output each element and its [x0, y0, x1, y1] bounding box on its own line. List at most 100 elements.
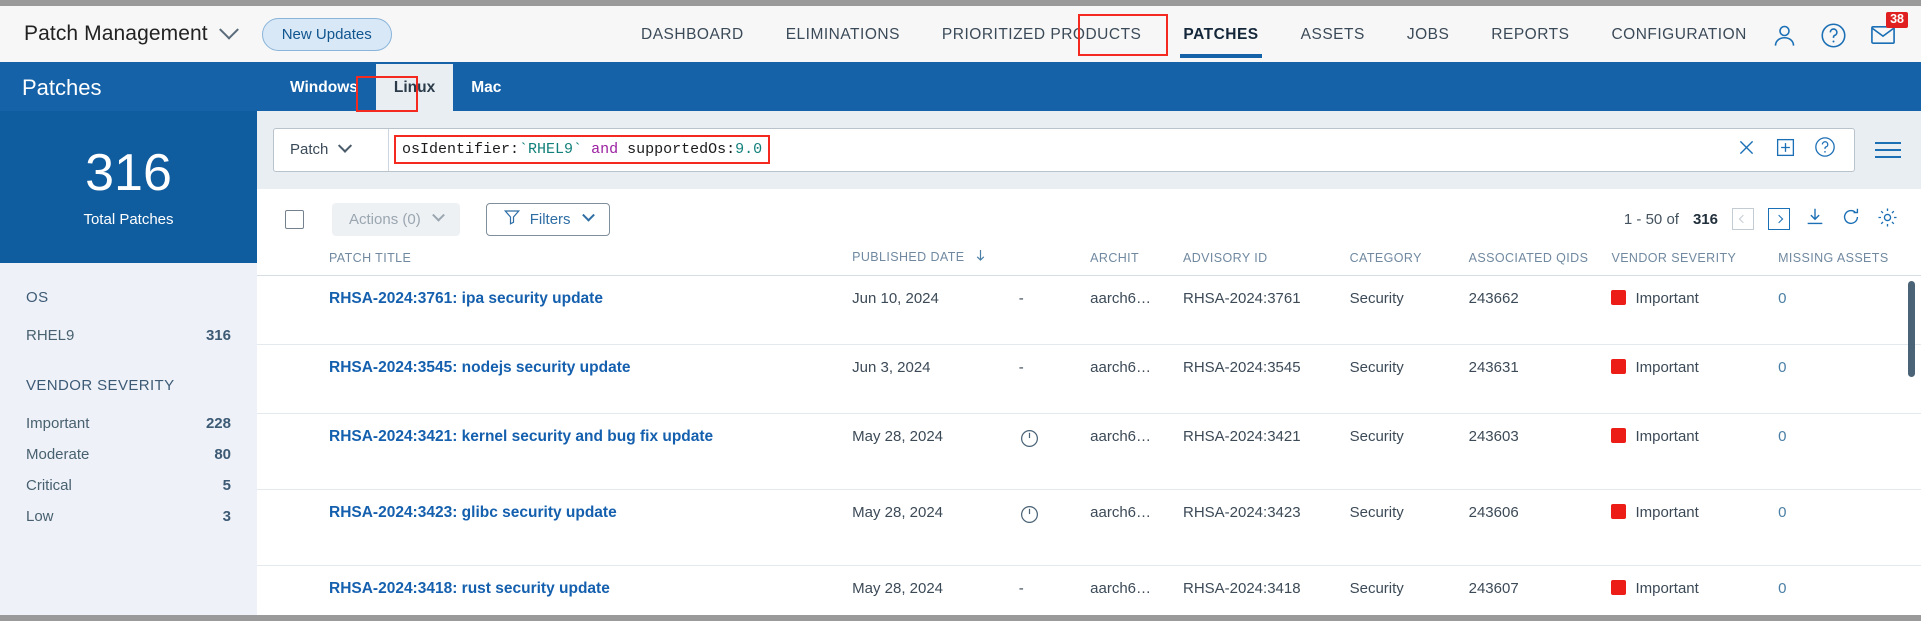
table-toolbar: Actions (0) Filters 1 - 50 of 316 [257, 189, 1921, 249]
top-navigation-bar: Patch Management New Updates DASHBOARD E… [0, 6, 1921, 64]
filters-label: Filters [529, 210, 571, 228]
missing-assets-link[interactable]: 0 [1778, 504, 1786, 521]
column-header-advisory-id[interactable]: ADVISORY ID [1183, 249, 1350, 276]
patch-title-link[interactable]: RHSA-2024:3423: glibc security update [329, 504, 617, 521]
facet-os: OS RHEL9 316 [0, 289, 257, 351]
filters-button[interactable]: Filters [485, 202, 610, 236]
next-page-icon[interactable] [1768, 208, 1790, 230]
nav-item-patches[interactable]: PATCHES [1162, 6, 1279, 64]
chevron-down-icon [431, 208, 445, 222]
plus-box-icon[interactable] [1775, 137, 1796, 163]
filter-funnel-icon [503, 208, 521, 230]
facet-row-important[interactable]: Important 228 [26, 408, 231, 439]
cell-published-date: Jun 3, 2024 [852, 344, 1019, 414]
table-scrollbar-thumb[interactable] [1908, 281, 1915, 377]
column-header-archit[interactable]: ARCHIT [1090, 249, 1183, 276]
column-header-missing-assets[interactable]: MISSING ASSETS [1778, 249, 1921, 276]
cell-associated-qids: 243607 [1468, 565, 1612, 615]
severity-swatch [1611, 290, 1627, 305]
help-circle-icon[interactable] [1820, 22, 1847, 49]
missing-assets-link[interactable]: 0 [1778, 428, 1786, 445]
missing-assets-link[interactable]: 0 [1778, 359, 1786, 376]
os-tabs: Windows Linux Mac [272, 64, 519, 111]
patch-title-link[interactable]: RHSA-2024:3761: ipa security update [329, 290, 603, 307]
facet-row-critical[interactable]: Critical 5 [26, 470, 231, 501]
patch-title-link[interactable]: RHSA-2024:3418: rust security update [329, 580, 610, 597]
sidebar: 316 Total Patches OS RHEL9 316 VENDOR SE… [0, 111, 257, 615]
cell-advisory-id: RHSA-2024:3423 [1182, 489, 1350, 566]
patches-table-container: PATCH TITLE PUBLISHED DATE ARCHIT ADVISO… [257, 249, 1921, 615]
nav-item-configuration[interactable]: CONFIGURATION [1590, 6, 1767, 64]
nav-item-reports[interactable]: REPORTS [1470, 6, 1590, 64]
column-header-patch-title[interactable]: PATCH TITLE [257, 249, 852, 276]
patch-title-link[interactable]: RHSA-2024:3545: nodejs security update [329, 359, 631, 376]
prev-page-icon[interactable] [1732, 208, 1754, 230]
mail-icon[interactable]: 38 [1869, 12, 1908, 49]
help-circle-icon[interactable] [1814, 136, 1836, 163]
cell-vendor-severity: Important [1635, 428, 1699, 445]
nav-item-eliminations[interactable]: ELIMINATIONS [765, 6, 921, 64]
table-row[interactable]: RHSA-2024:3423: glibc security update Ma… [257, 489, 1921, 566]
missing-assets-link[interactable]: 0 [1778, 290, 1786, 307]
tab-windows[interactable]: Windows [272, 64, 376, 111]
cell-published-date: May 28, 2024 [852, 413, 1019, 490]
cell-vendor-severity: Important [1635, 359, 1699, 376]
cell-published-date: Jun 10, 2024 [852, 275, 1019, 345]
cell-associated-qids: 243662 [1468, 275, 1612, 345]
cell-category: Security [1349, 344, 1469, 414]
hamburger-menu-icon[interactable] [1875, 141, 1901, 158]
facet-row-rhel9[interactable]: RHEL9 316 [26, 320, 231, 351]
table-row[interactable]: RHSA-2024:3418: rust security update May… [257, 565, 1921, 615]
nav-item-assets[interactable]: ASSETS [1280, 6, 1386, 64]
table-row[interactable]: RHSA-2024:3421: kernel security and bug … [257, 413, 1921, 490]
search-input-wrapper[interactable]: osIdentifier:`RHEL9` and supportedOs:9.0 [389, 129, 1726, 171]
chevron-down-icon[interactable] [218, 19, 239, 40]
search-scope-dropdown[interactable]: Patch [274, 128, 389, 171]
select-all-checkbox[interactable] [285, 209, 304, 229]
facet-label: Important [26, 415, 90, 432]
tab-mac[interactable]: Mac [453, 64, 519, 111]
facet-label: Moderate [26, 446, 90, 463]
new-updates-button[interactable]: New Updates [261, 17, 392, 51]
total-patches-kpi: 316 Total Patches [0, 111, 257, 263]
nav-item-jobs[interactable]: JOBS [1386, 6, 1470, 64]
tab-linux[interactable]: Linux [375, 64, 454, 111]
facet-label: Critical [26, 477, 72, 494]
facet-row-low[interactable]: Low 3 [26, 501, 231, 532]
brand-menu[interactable]: Patch Management [24, 19, 239, 46]
actions-dropdown-button[interactable]: Actions (0) [332, 202, 460, 236]
cell-advisory-id: RHSA-2024:3761 [1182, 275, 1350, 345]
download-icon[interactable] [1804, 206, 1826, 232]
pagination-total: 316 [1692, 210, 1718, 228]
chevron-down-icon [581, 208, 595, 222]
cell-advisory-id: RHSA-2024:3421 [1182, 413, 1350, 490]
column-header-category[interactable]: CATEGORY [1350, 249, 1469, 276]
cell-archit: aarch6… [1090, 489, 1183, 566]
cell-advisory-id: RHSA-2024:3545 [1182, 344, 1350, 414]
main-pane: Patch osIdentifier:`RHEL9` and supported… [257, 111, 1921, 615]
search-input[interactable]: osIdentifier:`RHEL9` and supportedOs:9.0 [394, 135, 771, 164]
gear-icon[interactable] [1876, 206, 1899, 233]
table-row[interactable]: RHSA-2024:3761: ipa security update Jun … [257, 275, 1921, 345]
facet-row-moderate[interactable]: Moderate 80 [26, 439, 231, 470]
table-row[interactable]: RHSA-2024:3545: nodejs security update J… [257, 344, 1921, 414]
column-header-vendor-severity[interactable]: VENDOR SEVERITY [1611, 249, 1778, 276]
cell-vendor-severity: Important [1635, 504, 1699, 521]
missing-assets-link[interactable]: 0 [1778, 580, 1786, 597]
column-header-published-date[interactable]: PUBLISHED DATE [852, 249, 1019, 276]
refresh-icon[interactable] [1840, 206, 1862, 232]
kpi-label: Total Patches [83, 210, 174, 228]
close-icon[interactable] [1736, 137, 1757, 163]
patches-table: PATCH TITLE PUBLISHED DATE ARCHIT ADVISO… [257, 249, 1921, 615]
cell-archit: aarch6… [1090, 275, 1183, 345]
facet-value: 316 [205, 327, 231, 344]
user-icon[interactable] [1771, 22, 1798, 49]
column-header-associated-qids[interactable]: ASSOCIATED QIDS [1469, 249, 1612, 276]
nav-item-prioritized-products[interactable]: PRIORITIZED PRODUCTS [921, 6, 1162, 64]
search-bar: Patch osIdentifier:`RHEL9` and supported… [273, 127, 1855, 172]
nav-item-dashboard[interactable]: DASHBOARD [620, 6, 765, 64]
patch-title-link[interactable]: RHSA-2024:3421: kernel security and bug … [329, 428, 713, 445]
power-icon [1019, 430, 1040, 453]
page-subheader: Patches Windows Linux Mac [0, 64, 1921, 112]
main-nav: DASHBOARD ELIMINATIONS PRIORITIZED PRODU… [620, 6, 1768, 64]
